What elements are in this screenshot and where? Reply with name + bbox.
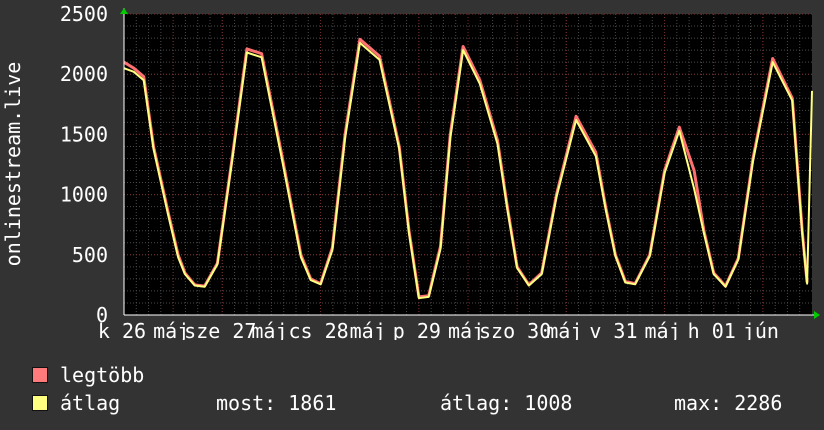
legend-label-avg: átlag [60, 391, 121, 415]
chart: 05001000150020002500k 26 májsze 27máj cs 2… [1, 2, 820, 340]
x-tick-label: máj [645, 319, 681, 340]
x-tick-label: szo 30 [479, 319, 551, 340]
x-tick-label: jún [743, 319, 779, 340]
x-tick-label: p 29 [393, 319, 441, 340]
x-tick-label: h 01 [688, 319, 736, 340]
x-tick-label: máj [251, 319, 287, 340]
y-axis-arrow [120, 8, 128, 14]
x-tick-label: sze 27 [184, 319, 256, 340]
x-axis-arrow [814, 311, 820, 319]
y-tick-label: 1500 [60, 122, 108, 146]
y-axis-label: onlinestream.live [1, 62, 25, 267]
legend-label-max: legtöbb [60, 363, 145, 387]
x-tick-label: máj [350, 319, 386, 340]
legend-swatch-avg [32, 395, 48, 411]
x-tick-label: v 31 [589, 319, 637, 340]
y-tick-label: 2000 [60, 62, 108, 86]
y-tick-label: 1000 [60, 183, 108, 207]
y-tick-label: 2500 [60, 2, 108, 26]
legend-swatch-max [32, 367, 48, 383]
x-tick-label: k 26 [98, 319, 146, 340]
stat-now: most: 1861 [216, 391, 337, 415]
x-tick-label: cs 28 [288, 319, 348, 340]
stat-max: max: 2286 [674, 391, 783, 415]
y-tick-label: 500 [72, 243, 108, 267]
x-tick-label: máj [546, 319, 582, 340]
stat-average: átlag: 1008 [440, 391, 573, 415]
